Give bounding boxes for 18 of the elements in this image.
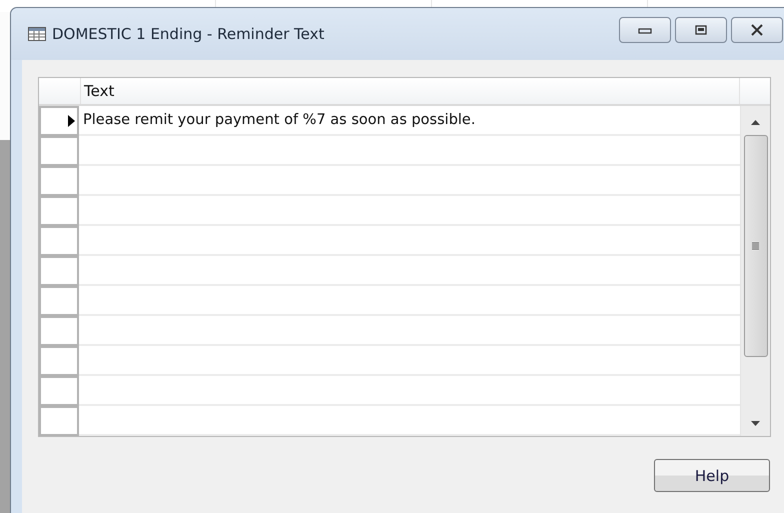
- column-header: Text: [83, 81, 116, 102]
- scroll-down-icon: [751, 421, 760, 426]
- minimize-icon: [638, 26, 652, 34]
- table-icon: [28, 27, 46, 41]
- maximize-icon: [694, 24, 708, 36]
- help-button[interactable]: Help: [654, 459, 770, 492]
- grip-icon: [752, 242, 759, 250]
- table-cell[interactable]: Please remit your payment of %7 as soon as possible.: [79, 106, 740, 134]
- row-selector[interactable]: [39, 106, 79, 136]
- maximize-button[interactable]: [675, 17, 727, 43]
- close-icon: [750, 24, 764, 36]
- current-row-icon: [68, 115, 75, 127]
- minimize-button[interactable]: [619, 17, 671, 43]
- scroll-up-icon: [751, 120, 760, 125]
- vertical-scrollbar[interactable]: [740, 106, 770, 436]
- scroll-thumb[interactable]: [744, 135, 768, 357]
- window-title: DOMESTIC 1 Ending - Reminder Text: [52, 25, 324, 43]
- close-button[interactable]: [731, 17, 783, 43]
